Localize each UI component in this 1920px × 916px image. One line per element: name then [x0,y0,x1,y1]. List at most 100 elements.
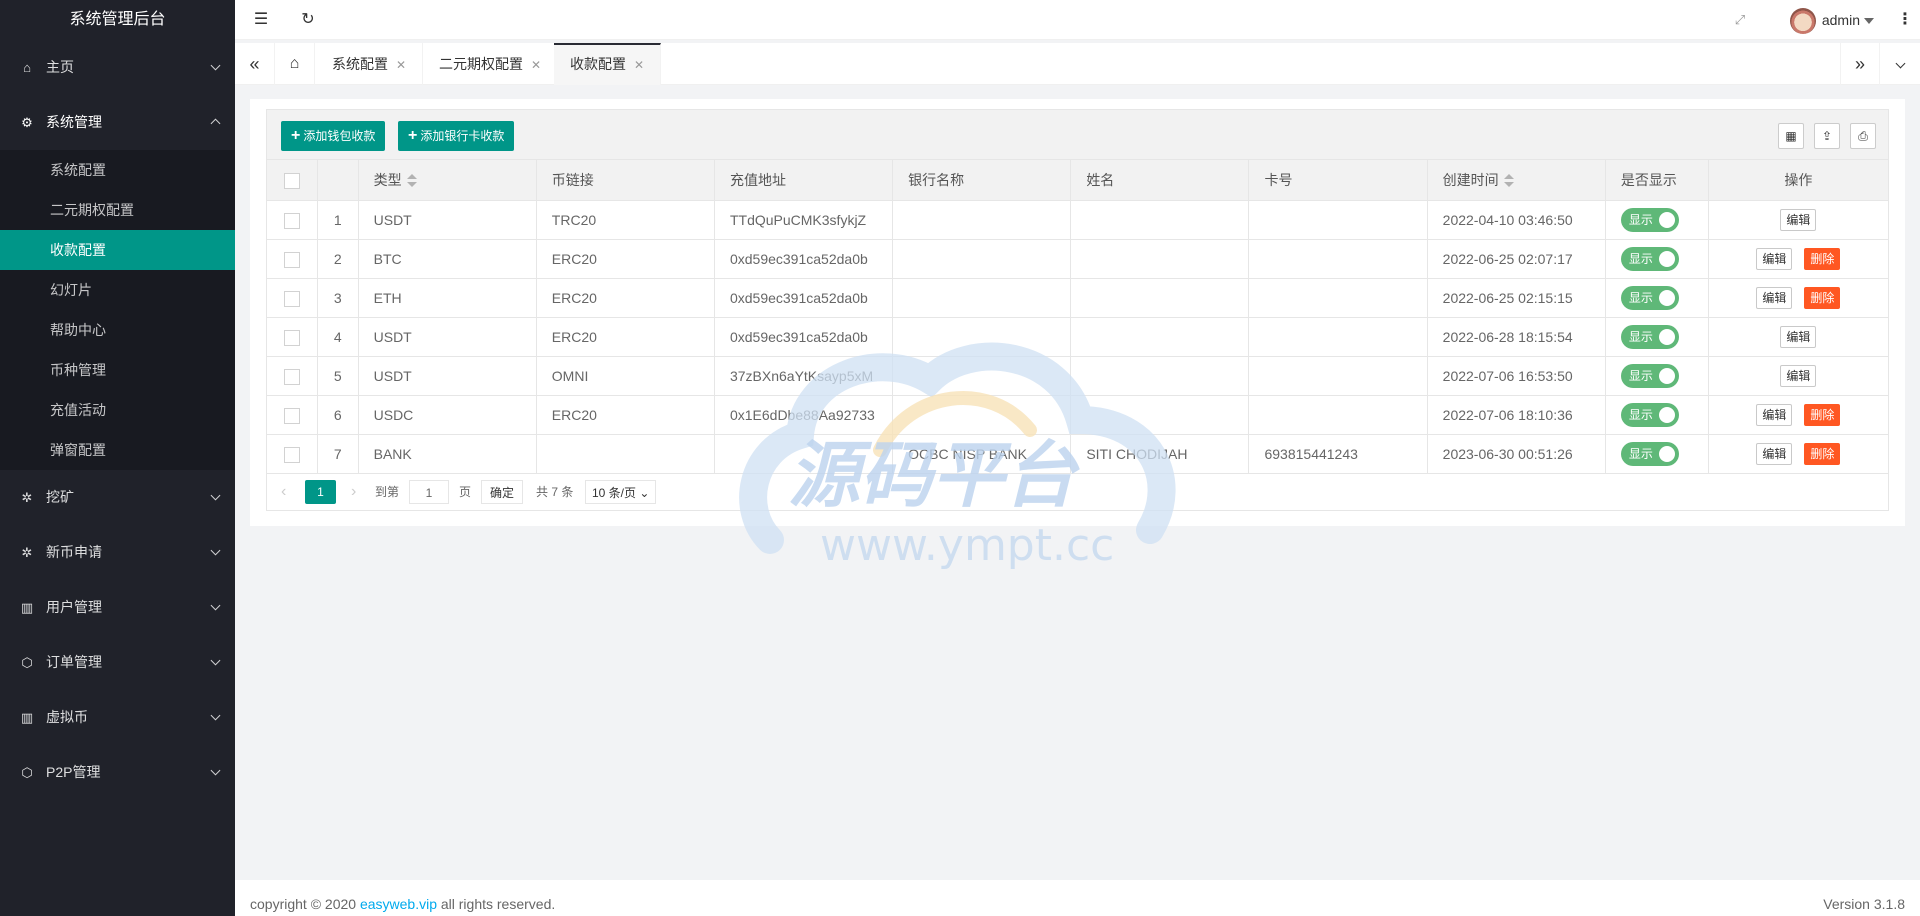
prev-page-button[interactable]: ‹ [281,480,286,504]
edit-button[interactable]: 编辑 [1780,209,1817,231]
sidebar-menu: ⌂ 主页 ⚙ 系统管理 系统配置 二元期权配置 收款配置 幻灯片 帮助中心 币种管理… [0,40,235,800]
edit-button[interactable]: 编辑 [1756,443,1793,465]
close-icon[interactable]: ✕ [531,58,541,72]
sidebar-subitem-popup-config[interactable]: 弹窗配置 [0,430,235,470]
sidebar-subitem-system-config[interactable]: 系统配置 [0,150,235,190]
show-toggle[interactable]: 显示 [1620,286,1679,310]
edit-button[interactable]: 编辑 [1756,287,1793,309]
footer-link[interactable]: easyweb.vip [360,896,437,912]
delete-button[interactable]: 删除 [1804,287,1841,309]
sidebar-item-users[interactable]: ▥ 用户管理 [0,580,235,635]
cell-bank [892,278,1072,318]
sidebar-item-new-coin[interactable]: ✲ 新币申请 [0,525,235,580]
row-checkbox[interactable] [283,407,300,424]
cell-chain: TRC20 [535,200,715,240]
sidebar-subitem-currency[interactable]: 币种管理 [0,350,235,390]
sidebar-subitem-slides[interactable]: 幻灯片 [0,270,235,310]
add-bank-payment-button[interactable]: + 添加银行卡收款 [398,121,515,151]
row-checkbox[interactable] [283,251,300,268]
sidebar-subitem-help-center[interactable]: 帮助中心 [0,310,235,350]
cell-actions: 编辑 删除 [1707,395,1890,435]
row-checkbox[interactable] [283,368,300,385]
row-checkbox[interactable] [283,212,300,229]
show-toggle[interactable]: 显示 [1620,364,1679,388]
close-icon[interactable]: ✕ [634,58,644,72]
columns-filter-button[interactable]: ▦ [1778,123,1804,149]
page-size-select[interactable]: 10 条/页 ⌄ [585,480,657,504]
add-wallet-payment-button[interactable]: + 添加钱包收款 [281,121,386,151]
fullscreen-button[interactable]: ⤢ [1720,0,1760,40]
row-select-cell [266,356,318,396]
column-header-type[interactable]: 类型 [357,159,537,201]
tab-system-config[interactable]: 系统配置 ✕ [316,43,424,85]
row-select-cell [266,200,318,240]
next-page-button[interactable]: › [351,480,356,504]
row-checkbox[interactable] [283,329,300,346]
cell-name [1070,278,1250,318]
user-menu[interactable]: admin [1789,0,1874,40]
show-toggle[interactable]: 显示 [1620,208,1679,232]
fullscreen-icon: ⤢ [1734,12,1746,27]
page-jump-confirm-button[interactable]: 确定 [481,480,524,504]
sidebar-item-home[interactable]: ⌂ 主页 [0,40,235,95]
row-index: 5 [316,356,359,396]
cell-time: 2022-06-28 18:15:54 [1426,317,1606,357]
refresh-button[interactable]: ↻ [288,0,328,40]
sidebar-item-label: 虚拟币 [46,709,88,725]
cube-icon: ⬡ [21,765,33,780]
sidebar-subitem-recharge-activity[interactable]: 充值活动 [0,390,235,430]
show-toggle[interactable]: 显示 [1620,403,1679,427]
show-toggle[interactable]: 显示 [1620,325,1679,349]
delete-button[interactable]: 删除 [1804,404,1841,426]
row-index: 3 [316,278,359,318]
page-jump-input[interactable]: 1 [409,480,449,504]
select-all-cell [266,159,318,201]
sidebar-item-virtual-coin[interactable]: ▥ 虚拟币 [0,690,235,745]
tab-binary-option-config[interactable]: 二元期权配置 ✕ [423,43,559,85]
row-select-cell [266,395,318,435]
edit-button[interactable]: 编辑 [1756,404,1793,426]
page-number-current[interactable]: 1 [305,480,336,504]
username: admin [1821,12,1860,28]
cell-card [1248,317,1428,357]
sidebar-subitem-payment-config[interactable]: 收款配置 [0,230,235,270]
tabs-scroll-left-button[interactable]: « [235,43,275,85]
more-button[interactable]: ⋮ [1890,0,1920,40]
delete-button[interactable]: 删除 [1804,443,1841,465]
cell-address: 0xd59ec391ca52da0b [713,239,894,279]
cell-type: ETH [357,278,537,318]
edit-button[interactable]: 编辑 [1780,365,1817,387]
page-unit-label: 页 [459,485,472,499]
print-button[interactable]: ⎙ [1850,123,1876,149]
chevron-down-icon [210,635,221,690]
row-checkbox[interactable] [283,446,300,463]
sidebar-item-p2p[interactable]: ⬡ P2P管理 [0,745,235,800]
cell-show: 显示 [1604,356,1709,396]
cell-time: 2022-04-10 03:46:50 [1426,200,1606,240]
column-header-time[interactable]: 创建时间 [1426,159,1606,201]
cell-card [1248,278,1428,318]
export-button[interactable]: ⇪ [1814,123,1840,149]
delete-button[interactable]: 删除 [1804,248,1841,270]
sidebar-item-mining[interactable]: ✲ 挖矿 [0,470,235,525]
collapse-sidebar-button[interactable]: ☰ [241,0,281,40]
select-all-checkbox[interactable] [283,172,300,189]
tab-home[interactable]: ⌂ [275,43,315,85]
show-toggle[interactable]: 显示 [1620,247,1679,271]
tabs-scroll-right-button[interactable]: » [1840,43,1880,85]
sidebar-item-label: 系统管理 [46,114,102,130]
sidebar-item-system[interactable]: ⚙ 系统管理 [0,95,235,150]
sidebar-item-orders[interactable]: ⬡ 订单管理 [0,635,235,690]
tabs-menu-button[interactable] [1880,43,1920,85]
cell-show: 显示 [1604,317,1709,357]
sidebar-subitem-binary-option-config[interactable]: 二元期权配置 [0,190,235,230]
close-icon[interactable]: ✕ [396,58,406,72]
tab-payment-config[interactable]: 收款配置 ✕ [554,43,662,85]
show-toggle[interactable]: 显示 [1620,442,1679,466]
cell-chain: ERC20 [535,239,715,279]
settings-icon: ✲ [21,545,33,560]
row-checkbox[interactable] [283,290,300,307]
add-bank-label: 添加银行卡收款 [420,129,505,143]
edit-button[interactable]: 编辑 [1780,326,1817,348]
edit-button[interactable]: 编辑 [1756,248,1793,270]
